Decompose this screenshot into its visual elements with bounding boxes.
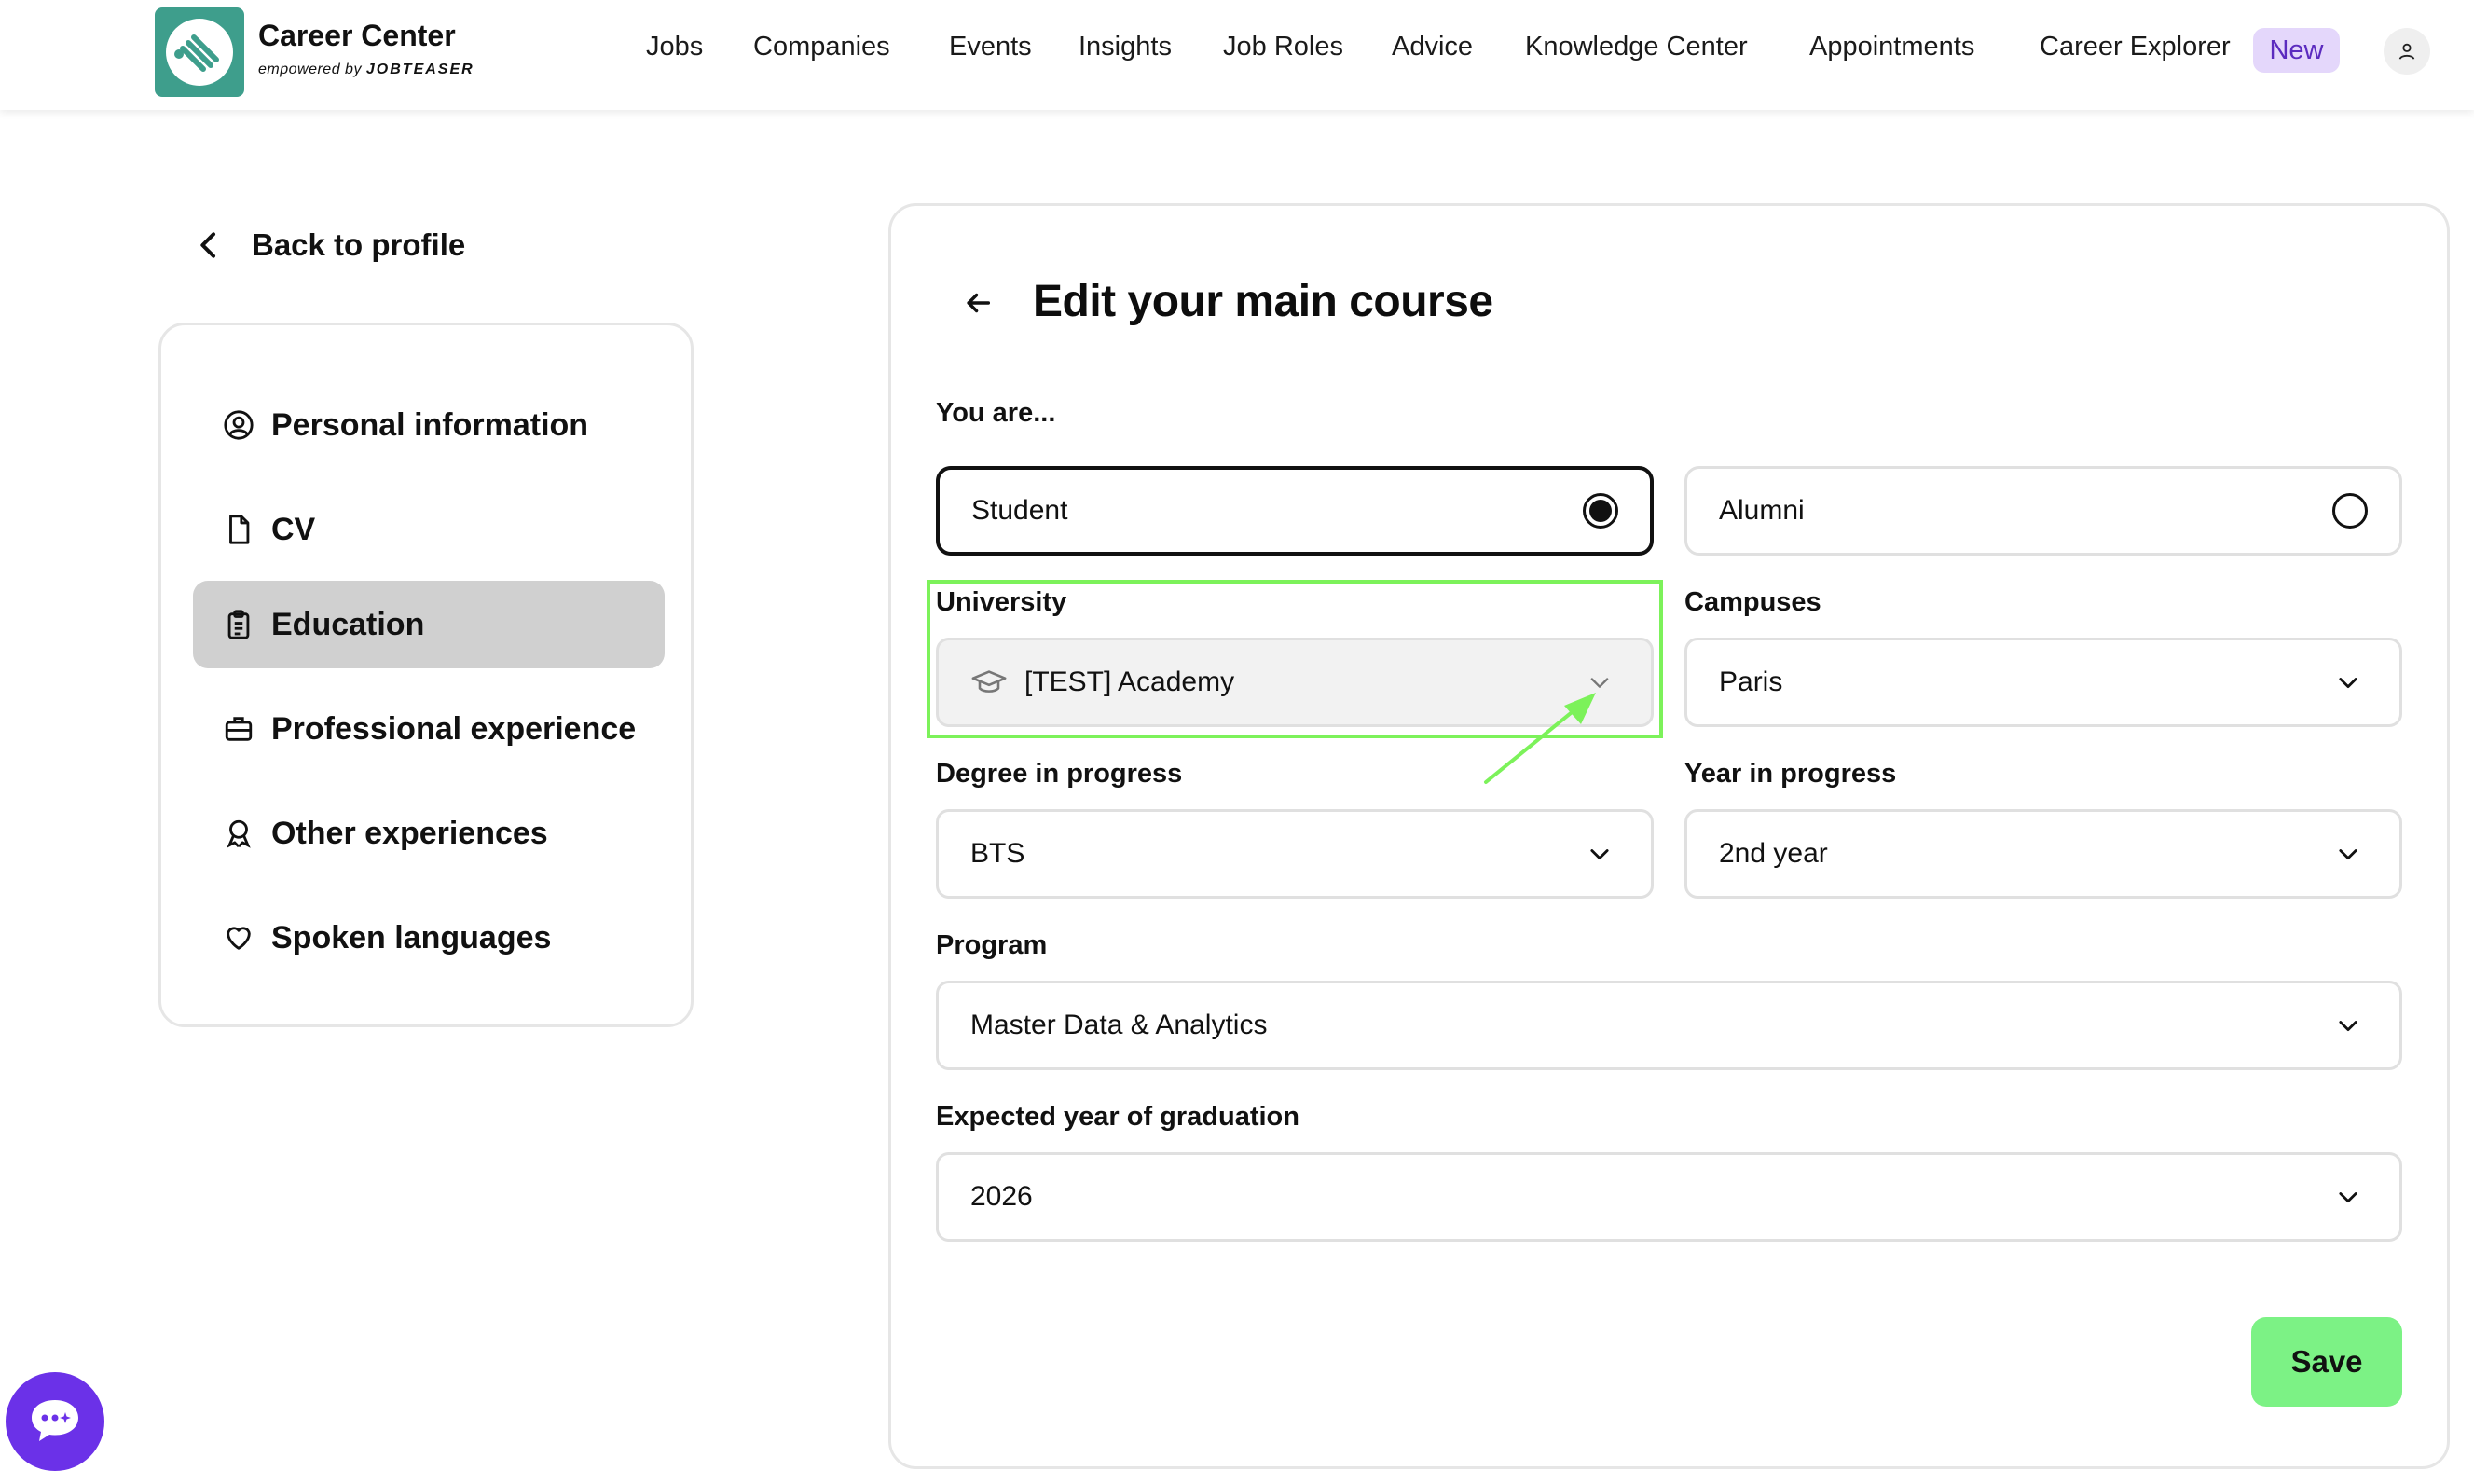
status-option-label: Student	[971, 495, 1068, 526]
award-icon	[223, 818, 254, 849]
sidebar-item-professional-experience[interactable]: Professional experience	[193, 685, 665, 773]
sidebar-item-label: Personal information	[271, 406, 589, 443]
you-are-label: You are...	[936, 398, 1056, 428]
graduation-select[interactable]: 2026	[936, 1152, 2402, 1242]
back-to-profile-link[interactable]: Back to profile	[190, 222, 465, 268]
chevron-down-icon	[1586, 840, 1614, 868]
sidebar-item-cv[interactable]: CV	[193, 486, 665, 573]
nav-jobs[interactable]: Jobs	[646, 32, 703, 62]
degree-select[interactable]: BTS	[936, 809, 1654, 899]
program-value: Master Data & Analytics	[970, 1010, 1268, 1040]
nav-career-explorer[interactable]: Career Explorer	[2040, 32, 2231, 62]
save-button[interactable]: Save	[2251, 1317, 2402, 1407]
sidebar-item-other-experiences[interactable]: Other experiences	[193, 790, 665, 877]
sidebar-item-label: Spoken languages	[271, 919, 552, 955]
form-back-button[interactable]	[955, 280, 1001, 326]
year-label: Year in progress	[1684, 759, 1897, 789]
year-select[interactable]: 2nd year	[1684, 809, 2402, 899]
sidebar-item-label: CV	[271, 511, 316, 547]
arrow-left-icon	[967, 293, 991, 313]
program-select[interactable]: Master Data & Analytics	[936, 981, 2402, 1070]
file-icon	[223, 514, 254, 545]
nav-job-roles[interactable]: Job Roles	[1223, 32, 1343, 62]
user-icon	[2398, 43, 2415, 60]
brand-title: Career Center	[258, 19, 456, 52]
year-value: 2nd year	[1719, 838, 1828, 869]
status-option-alumni[interactable]: Alumni	[1684, 466, 2402, 556]
brand-subtitle-prefix: empowered by	[258, 62, 366, 77]
career-center-logo[interactable]	[155, 7, 244, 97]
brand-subtitle: empowered by JOBTEASER	[258, 62, 474, 78]
sidebar-item-spoken-languages[interactable]: Spoken languages	[193, 894, 665, 982]
annotation-arrow-icon	[1484, 693, 1596, 784]
radio-unchecked-icon	[2332, 493, 2368, 529]
chat-widget-button[interactable]	[6, 1372, 104, 1471]
chevron-down-icon	[2334, 668, 2362, 696]
nav-insights[interactable]: Insights	[1079, 32, 1172, 62]
sidebar-item-personal-information[interactable]: Personal information	[193, 381, 665, 469]
heart-icon	[223, 922, 254, 954]
campuses-value: Paris	[1719, 666, 1783, 697]
page-title: Edit your main course	[1033, 277, 1493, 326]
graduation-value: 2026	[970, 1181, 1033, 1212]
user-avatar[interactable]	[2384, 28, 2430, 75]
sidebar-item-label: Professional experience	[271, 710, 637, 747]
program-label: Program	[936, 930, 1048, 960]
status-option-student[interactable]: Student	[936, 466, 1654, 556]
chevron-left-icon	[200, 232, 215, 258]
campuses-label: Campuses	[1684, 587, 1821, 617]
profile-sections-card: Personal information CV Education Profes…	[158, 323, 694, 1027]
radio-checked-icon	[1583, 493, 1618, 529]
user-circle-icon	[223, 409, 254, 441]
university-label: University	[936, 587, 1067, 617]
chevron-down-icon	[2334, 1011, 2362, 1039]
campuses-select[interactable]: Paris	[1684, 638, 2402, 727]
brand-subtitle-name: JOBTEASER	[365, 62, 474, 77]
chevron-down-icon	[2334, 1183, 2362, 1211]
chat-bubble-icon	[32, 1400, 78, 1441]
clipboard-icon	[223, 609, 254, 640]
chevron-down-icon	[2334, 840, 2362, 868]
degree-value: BTS	[970, 838, 1025, 869]
degree-label: Degree in progress	[936, 759, 1183, 789]
top-header: Career Center empowered by JOBTEASER Job…	[0, 0, 2474, 110]
nav-knowledge-center[interactable]: Knowledge Center	[1525, 32, 1748, 62]
briefcase-icon	[223, 713, 254, 745]
nav-advice[interactable]: Advice	[1392, 32, 1473, 62]
back-to-profile-label: Back to profile	[252, 227, 466, 262]
new-badge: New	[2253, 28, 2340, 73]
sidebar-item-education[interactable]: Education	[193, 581, 665, 668]
graduation-cap-icon	[970, 668, 1008, 696]
status-option-label: Alumni	[1719, 495, 1805, 526]
graduation-label: Expected year of graduation	[936, 1102, 1299, 1132]
nav-events[interactable]: Events	[949, 32, 1032, 62]
sidebar-item-label: Education	[271, 606, 425, 642]
sidebar-item-label: Other experiences	[271, 815, 548, 851]
nav-companies[interactable]: Companies	[753, 32, 890, 62]
nav-appointments[interactable]: Appointments	[1809, 32, 1974, 62]
